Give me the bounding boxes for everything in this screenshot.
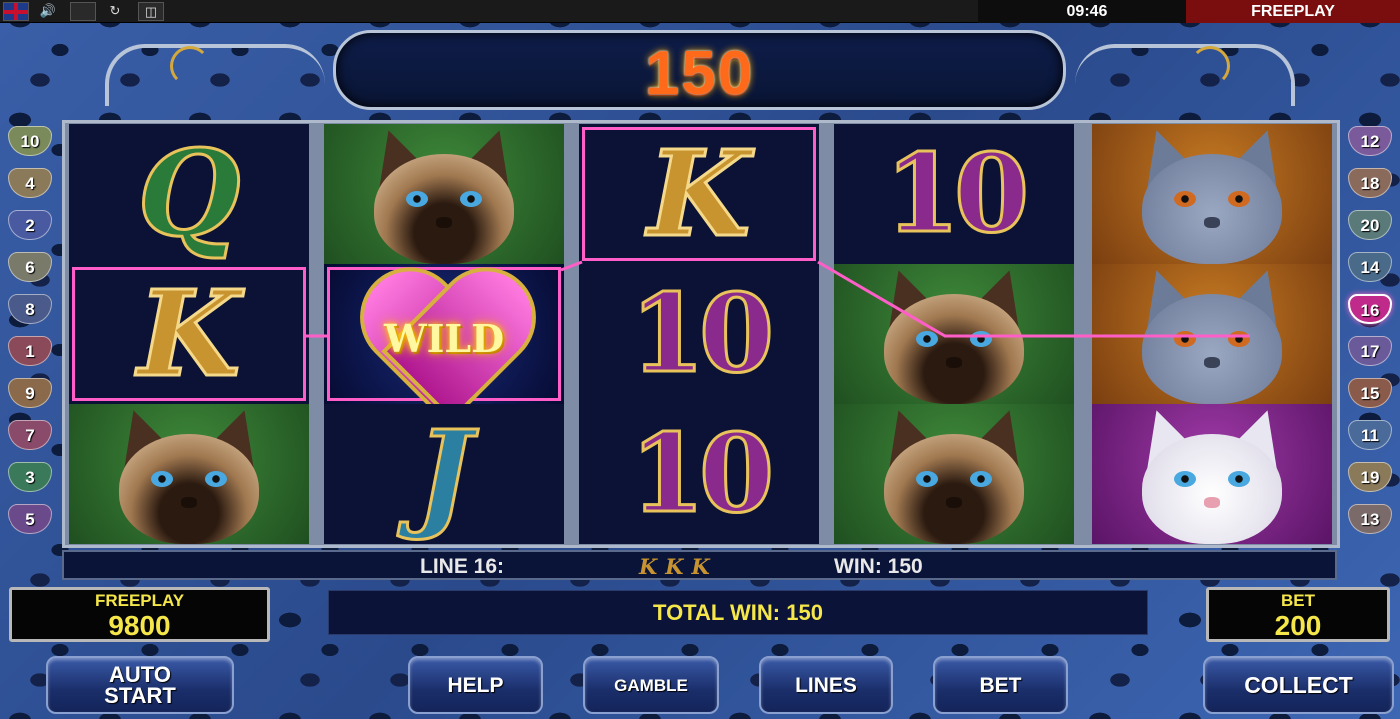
line-win-label: WIN: 150: [834, 555, 923, 578]
reel-cell: 10: [579, 264, 819, 404]
reel-cell: Q: [69, 124, 309, 264]
line-badge-10[interactable]: 10: [8, 126, 52, 156]
reel-3: K 10 10: [579, 124, 819, 544]
wild-label: WILD: [383, 316, 505, 361]
line-badge-2[interactable]: 2: [8, 210, 52, 240]
gold-curl-right: [1190, 46, 1230, 86]
reel-1: Q K: [69, 124, 309, 544]
reel-cell-winning: K: [579, 124, 819, 264]
fullscreen-icon[interactable]: [70, 2, 96, 21]
gold-curl-left: [170, 46, 210, 86]
reel-cell: [324, 124, 564, 264]
symbol-k: K: [136, 264, 242, 403]
collect-button[interactable]: COLLECT: [1203, 656, 1394, 714]
header-ornament-right: [1075, 44, 1295, 106]
reel-cell-winning: WILD: [324, 264, 564, 404]
reel-cell-winning: K: [69, 264, 309, 404]
symbol-q: Q: [136, 124, 242, 263]
mode-indicator: FREEPLAY: [1186, 0, 1400, 23]
line-badge-8[interactable]: 8: [8, 294, 52, 324]
speaker-icon[interactable]: 🔊: [35, 2, 61, 21]
freeplay-value: 9800: [108, 610, 171, 641]
line-badge-9[interactable]: 9: [8, 378, 52, 408]
line-badge-6[interactable]: 6: [8, 252, 52, 282]
symbol-k: K: [646, 124, 752, 263]
system-bar: 🔊 ↻ ◫ 09:46 FREEPLAY: [0, 0, 1400, 23]
line-badge-16[interactable]: 16: [1348, 294, 1392, 324]
line-badge-12[interactable]: 12: [1348, 126, 1392, 156]
uk-flag-icon[interactable]: [3, 2, 29, 21]
win-amount: 150: [644, 39, 755, 108]
reel-cell: [1092, 124, 1332, 264]
line-number-label: LINE 16:: [420, 555, 505, 578]
help-button[interactable]: HELP: [408, 656, 543, 714]
symbol-10: 10: [883, 131, 1030, 257]
reel-4: 10: [834, 124, 1074, 544]
lines-button[interactable]: LINES: [759, 656, 893, 714]
grey-cat-icon: [1127, 124, 1297, 264]
line-badge-4[interactable]: 4: [8, 168, 52, 198]
auto-start-label: AUTO START: [104, 662, 176, 708]
auto-start-button[interactable]: AUTO START: [46, 656, 234, 714]
freeplay-caption: FREEPLAY: [94, 591, 185, 610]
header-ornament-left: [105, 44, 325, 106]
white-cat-icon: [1127, 404, 1297, 544]
window-icon[interactable]: ◫: [138, 2, 164, 21]
total-win-display: TOTAL WIN: 150: [328, 590, 1148, 635]
reel-cell: [69, 404, 309, 544]
siamese-cat-icon: [104, 404, 274, 544]
reel-cell: [1092, 404, 1332, 544]
line-badge-20[interactable]: 20: [1348, 210, 1392, 240]
line-badge-15[interactable]: 15: [1348, 378, 1392, 408]
reel-cell: [834, 264, 1074, 404]
grey-cat-icon: [1127, 264, 1297, 404]
wild-heart-icon: WILD: [354, 274, 534, 394]
bet-value: 200: [1274, 610, 1322, 641]
siamese-cat-icon: [869, 404, 1039, 544]
bet-button[interactable]: BET: [933, 656, 1068, 714]
symbol-j: J: [415, 404, 474, 543]
reel-2: WILD J: [324, 124, 564, 544]
siamese-cat-icon: [869, 264, 1039, 404]
line-symbols: KKK: [639, 554, 718, 579]
bet-display: BET 200: [1206, 587, 1390, 642]
symbol-10: 10: [628, 411, 775, 537]
line-badge-7[interactable]: 7: [8, 420, 52, 450]
reel-cell: [834, 404, 1074, 544]
gamble-button[interactable]: GAMBLE: [583, 656, 719, 714]
reel-5: [1092, 124, 1332, 544]
siamese-cat-icon: [359, 124, 529, 264]
line-badge-13[interactable]: 13: [1348, 504, 1392, 534]
reel-cell: 10: [579, 404, 819, 544]
reel-cell: 10: [834, 124, 1074, 264]
reel-cell: [1092, 264, 1332, 404]
line-badge-17[interactable]: 17: [1348, 336, 1392, 366]
symbol-10: 10: [628, 271, 775, 397]
bet-caption: BET: [1281, 591, 1315, 610]
line-badge-11[interactable]: 11: [1348, 420, 1392, 450]
refresh-icon[interactable]: ↻: [102, 2, 128, 21]
line-badge-3[interactable]: 3: [8, 462, 52, 492]
line-info-bar: LINE 16: KKK WIN: 150: [62, 550, 1337, 580]
line-badge-14[interactable]: 14: [1348, 252, 1392, 282]
line-badge-1[interactable]: 1: [8, 336, 52, 366]
line-badge-19[interactable]: 19: [1348, 462, 1392, 492]
line-badge-18[interactable]: 18: [1348, 168, 1392, 198]
clock: 09:46: [978, 0, 1186, 23]
freeplay-balance: FREEPLAY 9800: [9, 587, 270, 642]
reel-cell: J: [324, 404, 564, 544]
line-badge-5[interactable]: 5: [8, 504, 52, 534]
